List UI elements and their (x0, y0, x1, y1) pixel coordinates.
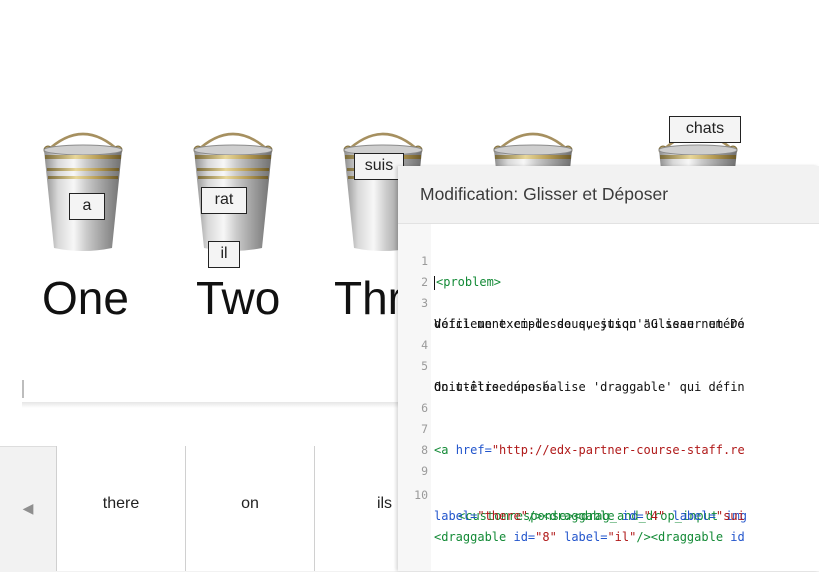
bucket-number-two: Two (196, 272, 281, 324)
editor-modal: Modification: Glisser et Déposer 1 <<pro… (398, 166, 819, 571)
code-line[interactable]: 4 (398, 314, 819, 352)
code-line[interactable]: 8 (398, 419, 819, 457)
code-line[interactable]: défilement ci-dessous, jusqu'au seau num… (398, 293, 819, 331)
code-tag: /><draggable (636, 530, 724, 544)
bucket-1[interactable] (40, 130, 126, 252)
tray-prev-arrow-icon[interactable]: ◀ (0, 446, 56, 571)
code-attr: id (730, 530, 745, 544)
tray-item-on[interactable]: on (185, 446, 314, 571)
code-line[interactable]: 6 (398, 377, 819, 415)
code-string: "il" (607, 530, 637, 544)
code-line[interactable]: 10 <customresponse><drag_and_drop_input … (398, 464, 819, 523)
bucket-icon (43, 132, 123, 251)
tray-item-there[interactable]: there (56, 446, 185, 571)
code-attr: id= (513, 530, 536, 544)
code-line[interactable]: label="there"/><draggable id="4" label="… (398, 485, 819, 523)
code-line[interactable]: 7 <a href="http://edx-partner-course-sta… (398, 398, 819, 457)
code-tag: <draggable (434, 530, 507, 544)
draggable-a[interactable]: a (69, 193, 105, 220)
code-line[interactable]: 5 On utilise une balise 'draggable' qui … (398, 335, 819, 394)
draggable-il[interactable]: il (208, 241, 240, 268)
bucket-number-one: One (42, 272, 129, 324)
code-string: "8" (535, 530, 557, 544)
canvas-resize-tick (22, 380, 24, 398)
code-attr: label= (564, 530, 608, 544)
code-line[interactable]: 3 Voici un exemple de question "Glisser … (398, 272, 819, 331)
code-line[interactable]: 9 (398, 440, 819, 478)
modal-title: Modification: Glisser et Déposer (420, 184, 669, 204)
bucket-number-three: Thr (334, 272, 403, 324)
code-line[interactable]: 2 (398, 251, 819, 289)
draggable-rat[interactable]: rat (201, 187, 247, 214)
draggable-suis[interactable]: suis (354, 153, 404, 180)
code-editor[interactable]: 1 <<problem> 2 3 Voici un exemple de que… (398, 224, 819, 571)
code-line[interactable]: doit-être déposé. (398, 356, 819, 394)
modal-header: Modification: Glisser et Déposer (398, 166, 819, 224)
code-line[interactable]: <draggable id="8" label="il"/><draggable… (398, 506, 819, 544)
code-line[interactable]: 1 <<problem> (398, 230, 819, 290)
canvas-shadow (22, 402, 402, 408)
draggable-chats[interactable]: chats (669, 116, 741, 143)
